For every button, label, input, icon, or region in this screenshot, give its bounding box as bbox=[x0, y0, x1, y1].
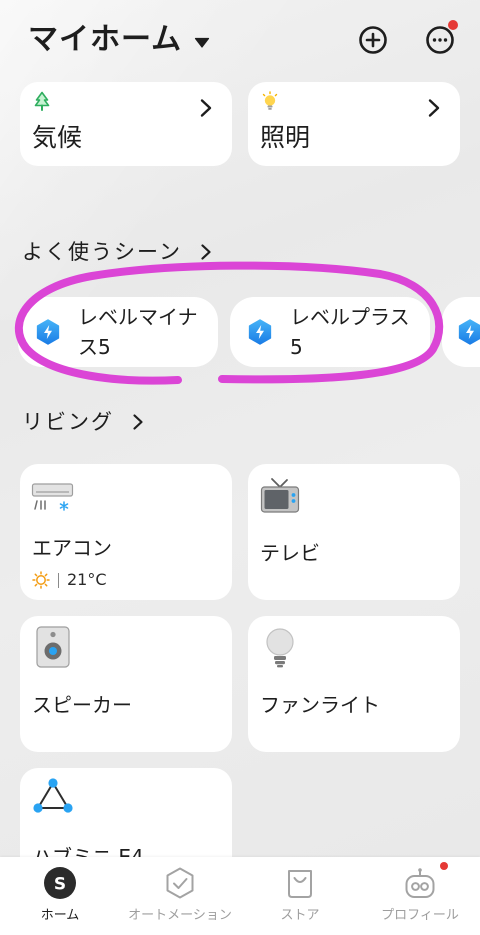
profile-robot-icon bbox=[402, 865, 438, 901]
status-divider bbox=[58, 572, 59, 588]
automation-check-icon bbox=[162, 865, 198, 901]
nav-label: プロフィール bbox=[381, 908, 459, 923]
home-selector[interactable]: マイホーム bbox=[28, 19, 210, 61]
device-card-fan-light[interactable]: ファンライト bbox=[248, 616, 460, 752]
category-label: 照明 bbox=[260, 123, 311, 152]
category-card-lighting[interactable]: 照明 bbox=[248, 82, 460, 166]
sun-icon bbox=[32, 571, 50, 589]
home-logo-letter: S bbox=[54, 875, 66, 895]
hub-icon bbox=[33, 777, 73, 815]
device-card-air-conditioner[interactable]: エアコン 21°C bbox=[20, 464, 232, 600]
room-section-title: リビング bbox=[22, 410, 114, 434]
chevron-right-icon bbox=[427, 98, 441, 118]
lightbulb-icon bbox=[264, 627, 296, 669]
chevron-right-icon bbox=[199, 98, 213, 118]
nav-label: オートメーション bbox=[128, 908, 232, 923]
caret-down-icon bbox=[194, 34, 210, 48]
lightbulb-icon bbox=[261, 91, 279, 111]
nav-label: ストア bbox=[280, 908, 320, 923]
chevron-right-icon bbox=[132, 413, 144, 431]
nav-item-profile[interactable]: プロフィール bbox=[360, 857, 480, 935]
air-conditioner-icon bbox=[31, 482, 75, 514]
tv-icon bbox=[260, 476, 300, 514]
add-button[interactable] bbox=[358, 25, 388, 55]
plus-circle-icon bbox=[358, 25, 388, 55]
notification-dot bbox=[440, 862, 448, 870]
home-title: マイホーム bbox=[28, 22, 183, 57]
home-logo-icon: S bbox=[42, 865, 78, 901]
room-section-header[interactable]: リビング bbox=[22, 407, 144, 437]
speaker-icon bbox=[36, 626, 70, 668]
device-card-speaker[interactable]: スピーカー bbox=[20, 616, 232, 752]
nav-item-home[interactable]: S ホーム bbox=[0, 857, 120, 935]
temperature-value: 21°C bbox=[67, 570, 107, 589]
nav-item-automation[interactable]: オートメーション bbox=[120, 857, 240, 935]
tree-icon bbox=[33, 91, 51, 111]
device-status: 21°C bbox=[32, 570, 107, 590]
notification-dot bbox=[448, 20, 458, 30]
annotation-ellipse bbox=[14, 261, 444, 385]
nav-item-store[interactable]: ストア bbox=[240, 857, 360, 935]
app-screen: マイホーム 気候 照明 よく使うシーン レベルマイナス5 レベルプラス5 リビン… bbox=[0, 0, 480, 935]
category-label: 気候 bbox=[32, 123, 83, 152]
device-name: テレビ bbox=[260, 541, 320, 565]
device-name: ファンライト bbox=[260, 693, 380, 717]
device-card-tv[interactable]: テレビ bbox=[248, 464, 460, 600]
device-name: スピーカー bbox=[32, 693, 132, 717]
nav-label: ホーム bbox=[40, 908, 80, 923]
bottom-nav: S ホーム オートメーション ストア プロフィール bbox=[0, 857, 480, 935]
device-name: エアコン bbox=[32, 536, 112, 560]
category-card-climate[interactable]: 気候 bbox=[20, 82, 232, 166]
store-bag-icon bbox=[282, 865, 318, 901]
